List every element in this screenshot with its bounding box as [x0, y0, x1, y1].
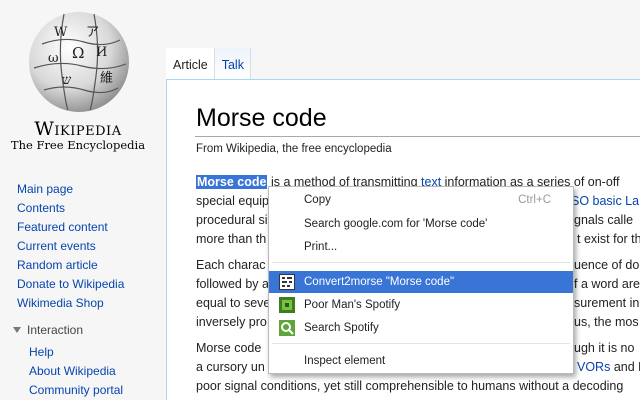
- interaction-label: Interaction: [27, 323, 84, 337]
- selected-text[interactable]: Morse code: [196, 175, 268, 189]
- paragraph-line-tail: VORs and N: [577, 360, 640, 374]
- paragraph-line-tail: gnals calle: [574, 213, 634, 227]
- menu-item-copy[interactable]: Copy Ctrl+C: [269, 189, 573, 211]
- tab-article[interactable]: Article: [166, 48, 215, 80]
- nav-random-article[interactable]: Random article: [17, 257, 124, 276]
- paragraph-line: more than th: [196, 232, 267, 246]
- nav-community-portal[interactable]: Community portal: [29, 382, 123, 400]
- paragraph-line-tail: surement in: [574, 296, 640, 310]
- svg-text:維: 維: [100, 71, 113, 86]
- nav-donate[interactable]: Donate to Wikipedia: [17, 276, 124, 295]
- menu-item-search-google[interactable]: Search google.com for 'Morse code': [269, 213, 573, 235]
- nav-help[interactable]: Help: [29, 344, 123, 363]
- wikipedia-tagline: The Free Encyclopedia: [10, 138, 146, 152]
- context-menu: Copy Ctrl+C Search google.com for 'Morse…: [268, 186, 574, 374]
- interaction-navigation: Help About Wikipedia Community portal: [29, 344, 123, 400]
- paragraph-line-tail: f a word are: [574, 277, 640, 291]
- menu-separator: [272, 262, 570, 263]
- article-source-line: From Wikipedia, the free encyclopedia: [196, 143, 392, 155]
- paragraph-line: followed by a: [196, 277, 269, 291]
- link-vors[interactable]: VORs: [577, 360, 610, 374]
- interaction-section-toggle[interactable]: Interaction: [13, 323, 83, 337]
- svg-text:ア: ア: [86, 25, 99, 40]
- paragraph-line: inversely pro: [196, 315, 267, 329]
- menu-item-search-spotify[interactable]: Search Spotify: [269, 317, 573, 339]
- svg-text:И: И: [96, 45, 107, 60]
- menu-separator: [272, 343, 570, 344]
- copy-shortcut: Ctrl+C: [518, 194, 551, 206]
- triangle-down-icon: [13, 326, 21, 333]
- nav-about-wikipedia[interactable]: About Wikipedia: [29, 363, 123, 382]
- paragraph-line: Each charac: [196, 258, 266, 272]
- wikipedia-globe-logo[interactable]: W Ω И ω ア ש 維: [24, 6, 134, 114]
- paragraph-line-tail: uence of do: [574, 258, 640, 272]
- paragraph-line: special equip: [196, 194, 269, 208]
- search-spotify-icon: [279, 320, 295, 336]
- sidebar: W Ω И ω ア ש 維 Wikipedia The Free Encyclo…: [0, 0, 166, 400]
- svg-text:ש: ש: [62, 73, 72, 88]
- page-title: Morse code: [196, 104, 327, 132]
- nav-main-page[interactable]: Main page: [17, 181, 124, 200]
- menu-item-print[interactable]: Print...: [269, 236, 573, 258]
- convert2morse-icon: [279, 274, 295, 290]
- menu-item-inspect-element[interactable]: Inspect element: [269, 350, 573, 372]
- menu-item-convert2morse[interactable]: Convert2morse "Morse code": [269, 271, 573, 293]
- svg-text:W: W: [54, 25, 68, 40]
- paragraph-line: a cursory un: [196, 360, 265, 374]
- nav-wikimedia-shop[interactable]: Wikimedia Shop: [17, 295, 124, 314]
- svg-text:ω: ω: [48, 51, 59, 66]
- poor-mans-spotify-icon: [279, 297, 295, 313]
- paragraph-line: Morse code: [196, 341, 262, 355]
- paragraph-line-tail: us, the mos: [574, 315, 639, 329]
- svg-text:Ω: Ω: [72, 44, 84, 62]
- nav-featured-content[interactable]: Featured content: [17, 219, 124, 238]
- main-navigation: Main page Contents Featured content Curr…: [17, 181, 124, 314]
- paragraph-line-tail: ugh it is no: [574, 341, 635, 355]
- page-tabs: Article Talk: [166, 48, 251, 80]
- paragraph-line: equal to seve: [196, 296, 271, 310]
- paragraph-line-tail: t exist for th: [577, 232, 640, 246]
- wikipedia-wordmark: Wikipedia: [34, 118, 122, 140]
- menu-item-poor-mans-spotify[interactable]: Poor Man's Spotify: [269, 294, 573, 316]
- nav-current-events[interactable]: Current events: [17, 238, 124, 257]
- paragraph-line-tail: SO basic La: [571, 192, 639, 211]
- tab-talk[interactable]: Talk: [214, 48, 251, 80]
- nav-contents[interactable]: Contents: [17, 200, 124, 219]
- paragraph-line: poor signal conditions, yet still compre…: [196, 379, 624, 393]
- link-iso-basic-latin[interactable]: SO basic La: [571, 194, 639, 208]
- paragraph-line: procedural si: [196, 213, 268, 227]
- title-divider: [195, 136, 640, 137]
